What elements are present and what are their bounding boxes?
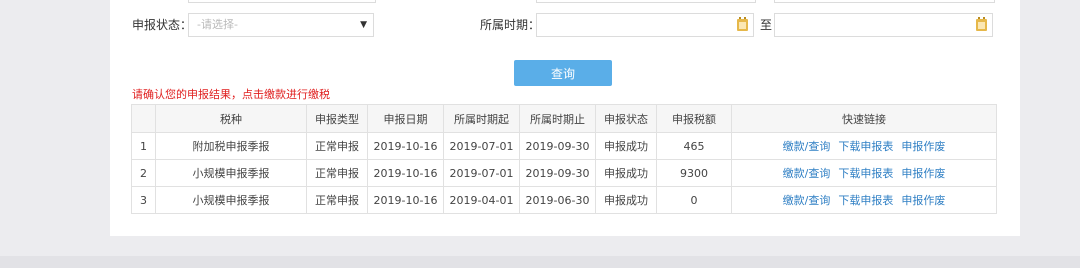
chevron-down-icon: ▼ (360, 20, 367, 30)
row-tax-type: 小规模申报季报 (155, 159, 307, 187)
row-index: 3 (131, 186, 156, 214)
period-end-input[interactable] (774, 13, 993, 37)
page-footer-band (0, 256, 1080, 268)
status-select-placeholder: -请选择- (197, 18, 238, 31)
declaration-table: 税种 申报类型 申报日期 所属时期起 所属时期止 申报状态 申报税额 快速链接 … (131, 104, 997, 214)
download-form-link[interactable]: 下载申报表 (838, 140, 893, 153)
void-declaration-link[interactable]: 申报作废 (901, 167, 945, 180)
row-period-start: 2019-04-01 (443, 186, 520, 214)
pay-query-link[interactable]: 缴款/查询 (783, 194, 831, 207)
col-header-period-end: 所属时期止 (519, 104, 596, 133)
void-declaration-link[interactable]: 申报作废 (901, 140, 945, 153)
top-input-right[interactable] (774, 0, 995, 3)
row-declare-date: 2019-10-16 (367, 159, 444, 187)
row-tax-type: 小规模申报季报 (155, 186, 307, 214)
row-period-end: 2019-06-30 (519, 186, 596, 214)
row-amount: 9300 (656, 159, 732, 187)
top-input-left[interactable] (188, 0, 376, 3)
row-declare-type: 正常申报 (306, 132, 368, 160)
row-amount: 0 (656, 186, 732, 214)
top-input-middle[interactable] (536, 0, 756, 3)
row-quick-links: 缴款/查询 下载申报表 申报作废 (731, 132, 997, 160)
void-declaration-link[interactable]: 申报作废 (901, 194, 945, 207)
col-header-declare-type: 申报类型 (306, 104, 368, 133)
row-status: 申报成功 (595, 132, 657, 160)
table-row: 1 附加税申报季报 正常申报 2019-10-16 2019-07-01 201… (131, 132, 997, 160)
row-status: 申报成功 (595, 186, 657, 214)
table-row: 2 小规模申报季报 正常申报 2019-10-16 2019-07-01 201… (131, 159, 997, 187)
row-period-start: 2019-07-01 (443, 132, 520, 160)
pay-query-link[interactable]: 缴款/查询 (783, 140, 831, 153)
row-declare-date: 2019-10-16 (367, 186, 444, 214)
col-header-declare-date: 申报日期 (367, 104, 444, 133)
calendar-icon[interactable] (976, 17, 987, 31)
row-quick-links: 缴款/查询 下载申报表 申报作废 (731, 186, 997, 214)
col-header-period-start: 所属时期起 (443, 104, 520, 133)
row-period-end: 2019-09-30 (519, 132, 596, 160)
row-declare-date: 2019-10-16 (367, 132, 444, 160)
row-declare-type: 正常申报 (306, 186, 368, 214)
col-header-index (131, 104, 156, 133)
row-period-end: 2019-09-30 (519, 159, 596, 187)
table-header-row: 税种 申报类型 申报日期 所属时期起 所属时期止 申报状态 申报税额 快速链接 (131, 104, 997, 133)
col-header-tax-type: 税种 (155, 104, 307, 133)
row-index: 2 (131, 159, 156, 187)
row-status: 申报成功 (595, 159, 657, 187)
notice-text: 请确认您的申报结果，点击缴款进行缴税 (132, 88, 330, 101)
status-select[interactable]: -请选择- ▼ (188, 13, 374, 37)
period-to-label: 至 (760, 18, 773, 32)
table-row: 3 小规模申报季报 正常申报 2019-10-16 2019-04-01 201… (131, 186, 997, 214)
row-amount: 465 (656, 132, 732, 160)
col-header-status: 申报状态 (595, 104, 657, 133)
col-header-quick-links: 快速链接 (731, 104, 997, 133)
pay-query-link[interactable]: 缴款/查询 (783, 167, 831, 180)
period-label: 所属时期： (480, 18, 541, 32)
row-tax-type: 附加税申报季报 (155, 132, 307, 160)
query-button[interactable]: 查询 (514, 60, 612, 86)
row-declare-type: 正常申报 (306, 159, 368, 187)
calendar-icon[interactable] (737, 17, 748, 31)
row-period-start: 2019-07-01 (443, 159, 520, 187)
row-quick-links: 缴款/查询 下载申报表 申报作废 (731, 159, 997, 187)
col-header-amount: 申报税额 (656, 104, 732, 133)
status-label: 申报状态： (132, 18, 193, 32)
period-start-input[interactable] (536, 13, 754, 37)
download-form-link[interactable]: 下载申报表 (838, 167, 893, 180)
row-index: 1 (131, 132, 156, 160)
download-form-link[interactable]: 下载申报表 (838, 194, 893, 207)
